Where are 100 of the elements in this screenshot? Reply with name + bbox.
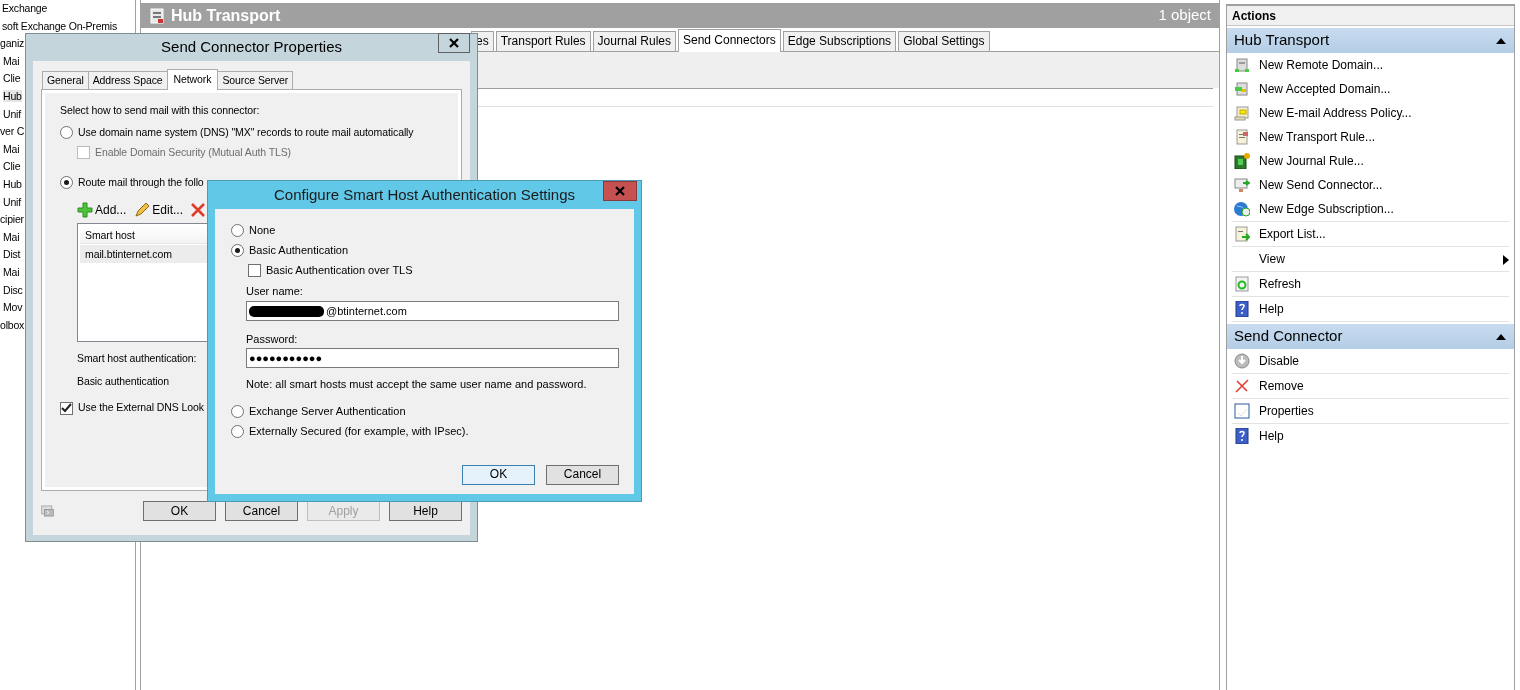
tree-item[interactable]: Exchange bbox=[2, 2, 48, 14]
object-count: 1 object bbox=[1158, 5, 1211, 26]
action-item[interactable]: View bbox=[1232, 247, 1509, 271]
radio-button[interactable] bbox=[231, 405, 244, 418]
section-header[interactable]: Send Connector bbox=[1227, 324, 1514, 349]
section-header[interactable]: Hub Transport bbox=[1227, 28, 1514, 53]
action-item[interactable]: Remove bbox=[1232, 374, 1509, 398]
checkbox[interactable] bbox=[60, 401, 73, 415]
tree-item[interactable]: Mai bbox=[3, 230, 20, 243]
tree-item[interactable]: Mai bbox=[3, 142, 20, 155]
collapse-caret-icon bbox=[1496, 334, 1506, 341]
actions-header: Actions bbox=[1227, 6, 1514, 26]
action-item[interactable]: New Journal Rule... bbox=[1232, 149, 1509, 173]
action-item[interactable]: Help bbox=[1232, 297, 1509, 321]
collapse-caret-icon bbox=[1496, 38, 1506, 45]
tab[interactable]: Global Settings bbox=[898, 31, 990, 51]
tab[interactable]: Edge Subscriptions bbox=[782, 31, 897, 51]
tab[interactable]: Network bbox=[166, 69, 219, 90]
action-item[interactable]: New Edge Subscription... bbox=[1232, 197, 1509, 221]
option-label: Basic Authentication over TLS bbox=[266, 262, 413, 278]
tree-item[interactable]: Disc bbox=[3, 283, 23, 296]
toolbar-button[interactable]: Add... bbox=[77, 200, 127, 219]
book-icon bbox=[1234, 153, 1250, 169]
option-label: Externally Secured (for example, with IPsec). bbox=[249, 424, 469, 440]
tab[interactable]: Send Connectors bbox=[678, 29, 781, 52]
monitor-icon bbox=[1234, 177, 1250, 193]
radio-button[interactable] bbox=[231, 425, 244, 438]
tree-item[interactable]: Clie bbox=[3, 160, 21, 173]
radio-button[interactable] bbox=[231, 243, 244, 257]
option-label: Use the External DNS Look bbox=[78, 400, 204, 416]
option-label: Enable Domain Security (Mutual Auth TLS) bbox=[95, 144, 291, 160]
tree-item[interactable]: ver C bbox=[0, 125, 25, 138]
dialog-title: Configure Smart Host Authentication Settings bbox=[274, 184, 575, 205]
option-label: Exchange Server Authentication bbox=[249, 404, 406, 420]
globe-icon bbox=[1234, 201, 1250, 217]
action-item[interactable]: Export List... bbox=[1232, 222, 1509, 246]
tree-item[interactable]: Clie bbox=[3, 72, 21, 85]
option-label: Use domain name system (DNS) "MX" records to route mail automatically bbox=[78, 124, 414, 140]
action-item[interactable]: Refresh bbox=[1232, 272, 1509, 296]
action-item[interactable]: New Send Connector... bbox=[1232, 173, 1509, 197]
tree-item[interactable]: ganiz bbox=[0, 37, 25, 50]
tree-item[interactable]: Hub bbox=[3, 177, 22, 190]
help-icon bbox=[1234, 301, 1250, 317]
server-icon bbox=[1234, 57, 1250, 73]
dialog-button[interactable]: OK bbox=[143, 501, 216, 521]
tree-item[interactable]: cipier bbox=[0, 213, 24, 226]
dialog-button[interactable]: Help bbox=[389, 501, 462, 521]
tree-item[interactable]: Mov bbox=[3, 301, 23, 314]
action-item[interactable]: Properties bbox=[1232, 399, 1509, 423]
toolbar-button[interactable]: Edit... bbox=[134, 200, 184, 219]
properties-icon bbox=[1234, 403, 1250, 419]
tree-item[interactable]: Unif bbox=[3, 107, 21, 120]
tree-item[interactable]: Mai bbox=[3, 54, 20, 67]
action-item[interactable]: New Remote Domain... bbox=[1232, 53, 1509, 77]
tree-item[interactable]: Hub bbox=[3, 89, 22, 102]
checkbox[interactable] bbox=[248, 263, 261, 277]
tree-item[interactable]: Mai bbox=[3, 265, 20, 278]
close-button[interactable] bbox=[438, 33, 470, 53]
refresh-icon bbox=[1234, 276, 1250, 292]
action-item[interactable]: Help bbox=[1232, 424, 1509, 448]
radio-button[interactable] bbox=[60, 126, 73, 140]
tree-item[interactable]: Unif bbox=[3, 195, 21, 208]
option-label: Route mail through the follo bbox=[78, 174, 204, 190]
remove-button[interactable] bbox=[191, 202, 206, 217]
dialog-button[interactable]: OK bbox=[462, 464, 535, 485]
disable-icon bbox=[1234, 353, 1250, 369]
tab[interactable]: General bbox=[42, 71, 89, 89]
tab[interactable]: Transport Rules bbox=[495, 31, 591, 51]
dialog-title: Send Connector Properties bbox=[161, 37, 342, 58]
help-icon bbox=[1234, 428, 1250, 444]
note-text: Note: all smart hosts must accept the same user name and password. bbox=[246, 377, 588, 392]
option-label: None bbox=[249, 222, 276, 238]
action-item[interactable]: New Accepted Domain... bbox=[1232, 77, 1509, 101]
cross-icon bbox=[191, 202, 206, 217]
field-label: Password: bbox=[246, 331, 299, 347]
radio-button[interactable] bbox=[231, 223, 244, 237]
action-item[interactable]: New E-mail Address Policy... bbox=[1232, 101, 1509, 125]
tab[interactable]: Address Space bbox=[87, 71, 168, 89]
action-item[interactable]: New Transport Rule... bbox=[1232, 125, 1509, 149]
submenu-arrow-icon bbox=[1503, 254, 1509, 265]
tab[interactable]: Source Server bbox=[217, 71, 294, 89]
close-icon bbox=[449, 38, 459, 48]
radio-button[interactable] bbox=[60, 176, 73, 190]
action-item[interactable]: Disable bbox=[1232, 349, 1509, 373]
dialog-button[interactable]: Cancel bbox=[225, 501, 298, 521]
cross-icon bbox=[1234, 378, 1250, 394]
tree-item[interactable]: soft Exchange On-Premis bbox=[2, 19, 118, 32]
password-field[interactable]: ●●●●●●●●●●● bbox=[246, 348, 619, 368]
tree-item[interactable]: Dist bbox=[3, 248, 21, 261]
field-label: Smart host authentication: bbox=[77, 351, 197, 364]
server-icon bbox=[149, 7, 165, 24]
scroll-icon bbox=[1234, 105, 1250, 121]
tab[interactable]: Journal Rules bbox=[592, 31, 676, 51]
dialog-button[interactable]: Cancel bbox=[546, 464, 619, 485]
prompt-text: Select how to send mail with this connector: bbox=[60, 103, 261, 118]
server-icon bbox=[1234, 81, 1250, 97]
tree-item[interactable]: olbox bbox=[0, 318, 25, 331]
field-label: User name: bbox=[246, 284, 304, 299]
option-label: Basic Authentication bbox=[249, 242, 349, 258]
plus-icon bbox=[77, 201, 93, 218]
